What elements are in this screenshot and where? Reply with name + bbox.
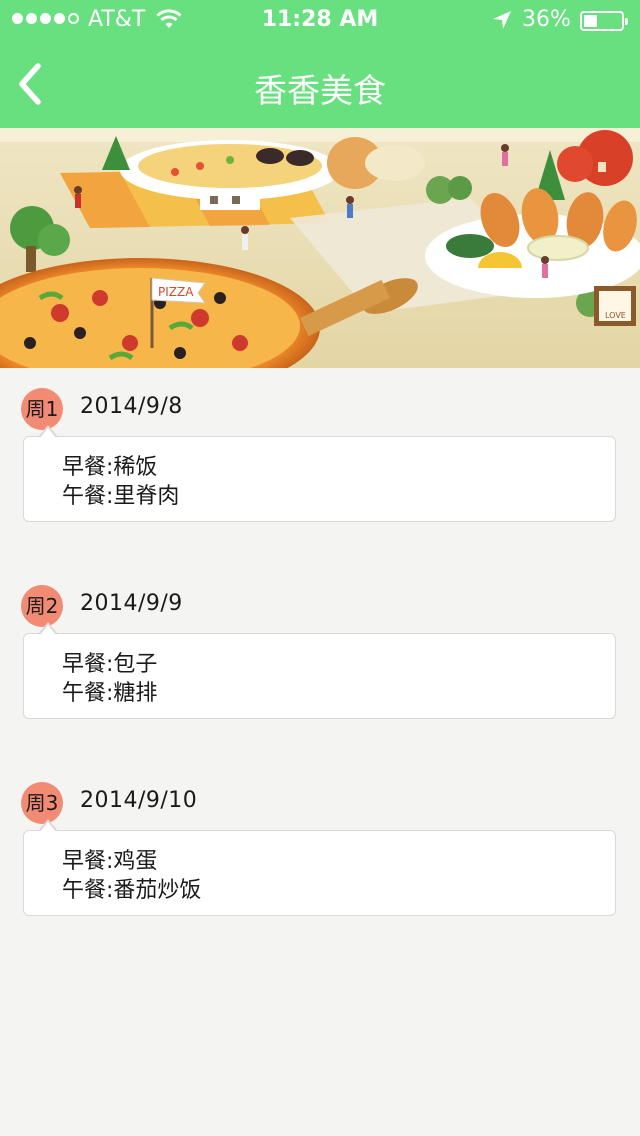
day-badge: 周3 <box>21 782 63 824</box>
meal-date: 2014/9/10 <box>80 788 198 813</box>
meal-date: 2014/9/9 <box>80 591 183 616</box>
day-badge: 周2 <box>21 585 63 627</box>
meal-card: 早餐:包子 午餐:糖排 <box>23 622 616 719</box>
navigation-bar: 香香美食 <box>0 40 640 128</box>
breakfast-text: 早餐:鸡蛋 <box>62 849 158 874</box>
food-illustration-banner: LOVE PIZZA <box>0 128 640 368</box>
day-badge: 周1 <box>21 388 63 430</box>
meal-card: 早餐:鸡蛋 午餐:番茄炒饭 <box>23 819 616 916</box>
breakfast-text: 早餐:包子 <box>62 652 158 677</box>
breakfast-text: 早餐:稀饭 <box>62 455 158 480</box>
meal-card: 早餐:稀饭 午餐:里脊肉 <box>23 425 616 522</box>
lunch-text: 午餐:里脊肉 <box>62 484 180 509</box>
food-banner-illustration: LOVE PIZZA <box>0 128 640 368</box>
page-title: 香香美食 <box>254 71 386 110</box>
lunch-text: 午餐:番茄炒饭 <box>62 878 202 903</box>
battery-icon <box>580 11 628 31</box>
lunch-text: 午餐:糖排 <box>62 681 158 706</box>
status-bar: AT&T 11:28 AM 36% <box>0 0 640 40</box>
love-sign-text: LOVE <box>605 311 626 320</box>
pizza-flag-text: PIZZA <box>158 285 194 299</box>
location-arrow-icon <box>493 11 511 29</box>
battery-percentage: 36% <box>522 7 571 32</box>
top-bar: AT&T 11:28 AM 36% 香香美食 <box>0 0 640 128</box>
meal-date: 2014/9/8 <box>80 394 183 419</box>
